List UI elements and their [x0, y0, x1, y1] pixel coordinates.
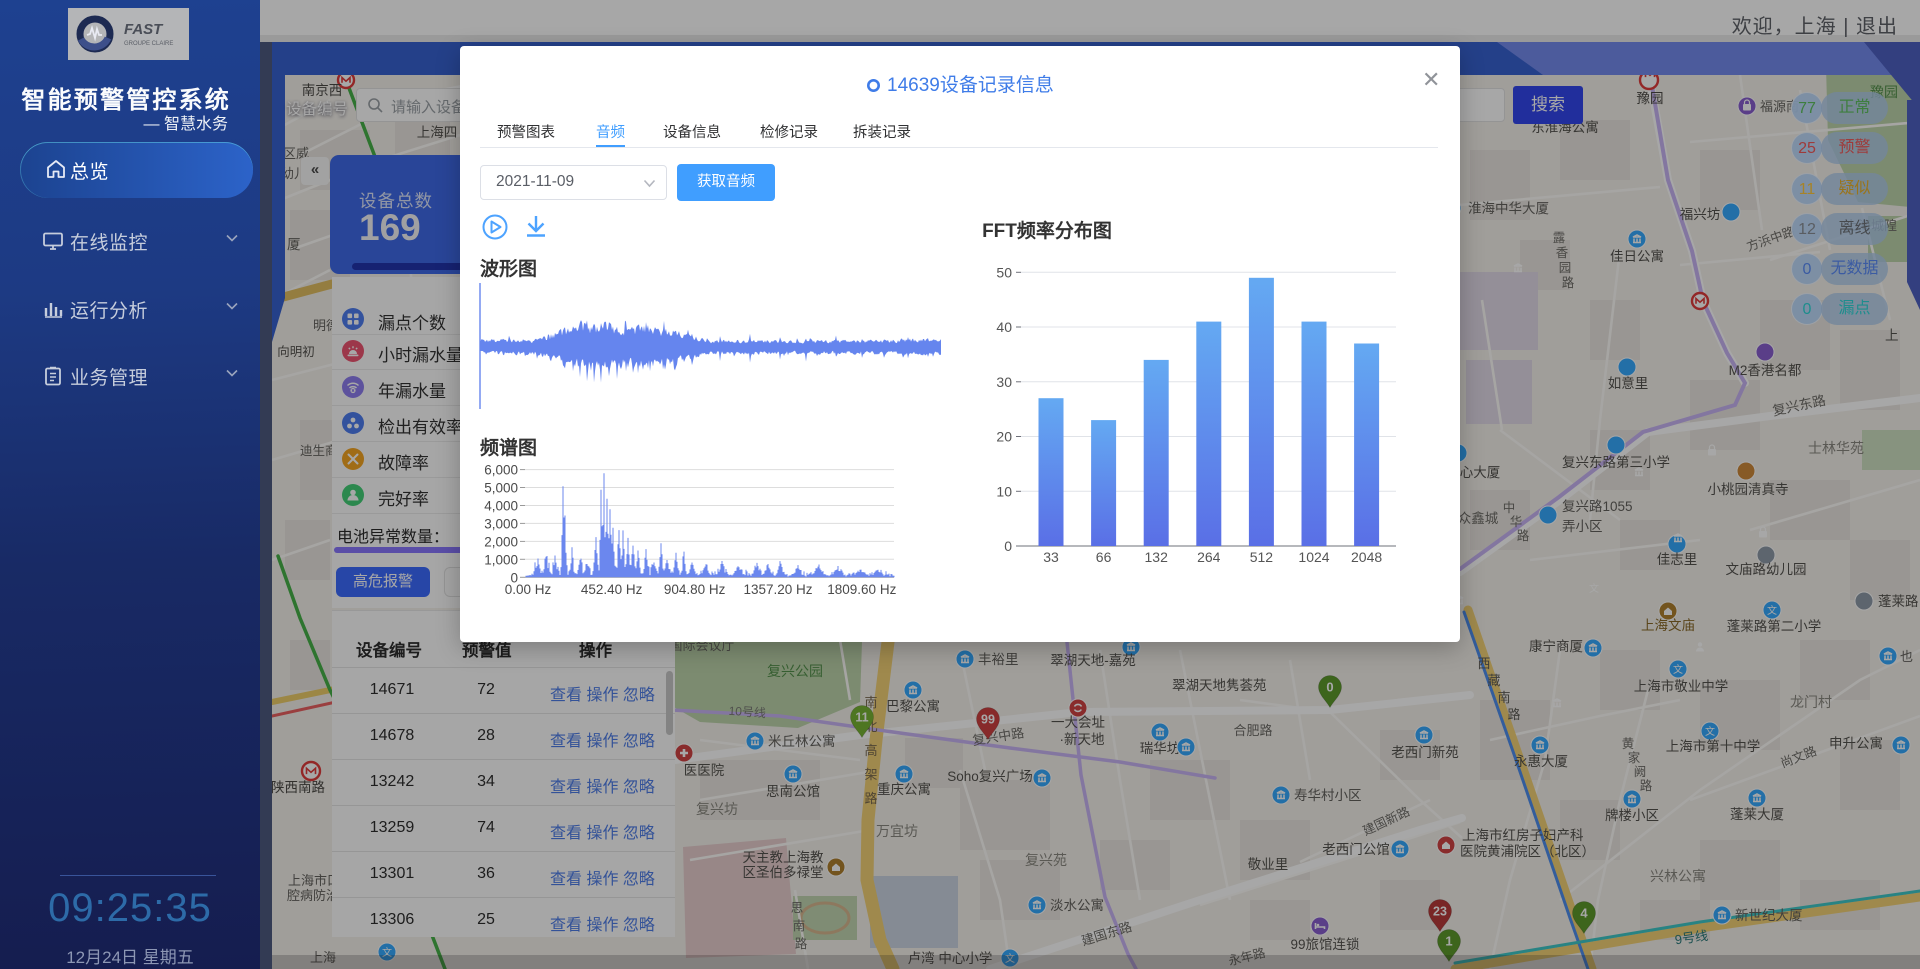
svg-text:30: 30	[996, 374, 1012, 390]
svg-text:1809.60 Hz: 1809.60 Hz	[827, 582, 896, 597]
svg-text:33: 33	[1043, 549, 1059, 565]
svg-text:1024: 1024	[1298, 549, 1329, 565]
svg-text:264: 264	[1197, 549, 1221, 565]
svg-text:3,000: 3,000	[484, 516, 518, 531]
svg-text:132: 132	[1145, 549, 1169, 565]
svg-text:FAST: FAST	[124, 21, 164, 38]
svg-text:6,000: 6,000	[484, 463, 518, 478]
svg-text:0: 0	[1004, 538, 1012, 554]
svg-text:2,000: 2,000	[484, 534, 518, 549]
svg-text:GROUPE CLAIRE: GROUPE CLAIRE	[124, 41, 173, 47]
svg-text:4,000: 4,000	[484, 499, 518, 514]
svg-text:1,000: 1,000	[484, 552, 518, 567]
svg-text:50: 50	[996, 264, 1012, 280]
svg-text:66: 66	[1096, 549, 1112, 565]
svg-text:40: 40	[996, 319, 1012, 335]
svg-text:1357.20 Hz: 1357.20 Hz	[743, 582, 812, 597]
svg-text:904.80 Hz: 904.80 Hz	[664, 582, 726, 597]
svg-text:10: 10	[996, 483, 1012, 499]
svg-text:0.00 Hz: 0.00 Hz	[505, 582, 552, 597]
svg-text:5,000: 5,000	[484, 481, 518, 496]
svg-text:20: 20	[996, 429, 1012, 445]
svg-text:2048: 2048	[1351, 549, 1382, 565]
svg-text:452.40 Hz: 452.40 Hz	[581, 582, 643, 597]
svg-text:512: 512	[1250, 549, 1274, 565]
